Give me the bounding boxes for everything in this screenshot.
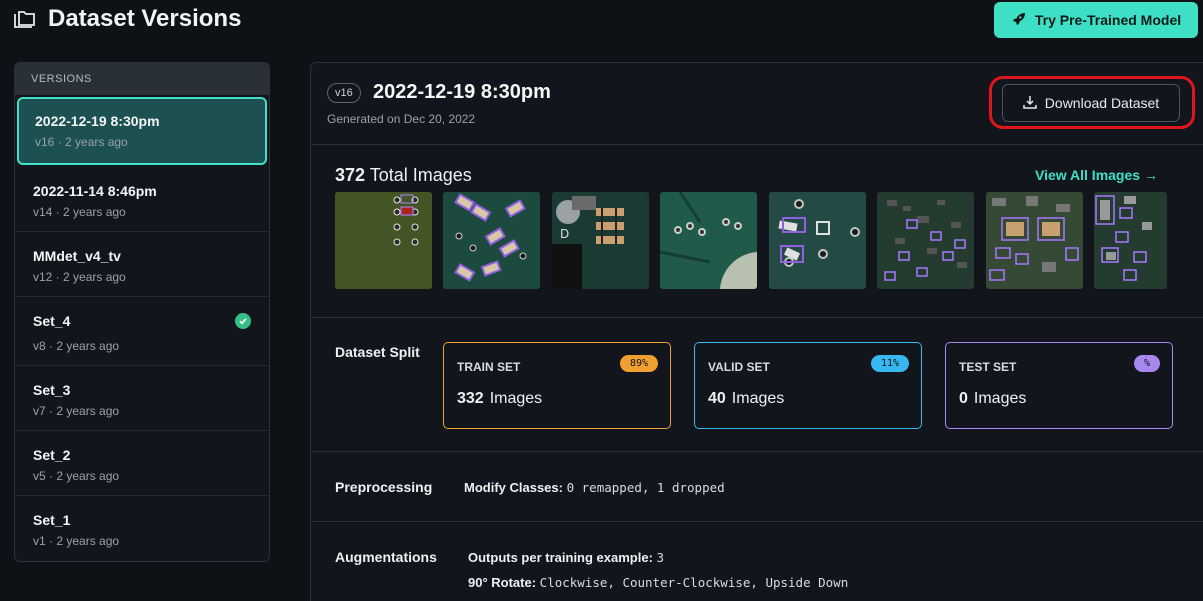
version-meta: v7 · 2 years ago bbox=[33, 404, 120, 418]
test-set-label: TEST SET bbox=[959, 360, 1017, 374]
version-item-v8[interactable]: Set_4 v8 · 2 years ago bbox=[15, 297, 269, 366]
version-name: Set_4 bbox=[33, 313, 71, 329]
total-images-label: Total Images bbox=[369, 165, 472, 185]
version-meta: v5 · 2 years ago bbox=[33, 469, 120, 483]
outputs-per-example-value: 3 bbox=[656, 550, 665, 565]
version-item-v5[interactable]: Set_2 v5 · 2 years ago bbox=[15, 431, 269, 496]
download-highlight-annotation bbox=[989, 76, 1195, 129]
try-pretrained-model-button[interactable]: Try Pre-Trained Model bbox=[994, 2, 1198, 38]
preprocessing-label: Preprocessing bbox=[335, 479, 433, 495]
version-meta: v1 · 2 years ago bbox=[33, 534, 120, 548]
version-item-v1[interactable]: Set_1 v1 · 2 years ago bbox=[15, 496, 269, 561]
modify-classes-value: 0 remapped, 1 dropped bbox=[566, 480, 725, 495]
test-set-card: TEST SET % 0 Images bbox=[945, 342, 1173, 429]
version-title: 2022-12-19 8:30pm bbox=[373, 81, 551, 103]
train-set-unit: Images bbox=[489, 390, 543, 407]
view-all-images-link[interactable]: View All Images → bbox=[1035, 167, 1158, 183]
total-images-count: 372 bbox=[335, 165, 366, 185]
train-set-card: TRAIN SET 89% 332 Images bbox=[443, 342, 671, 429]
train-set-count: 332 bbox=[457, 390, 484, 407]
image-thumbnail[interactable] bbox=[335, 192, 432, 289]
rotate-row: 90° Rotate: Clockwise, Counter-Clockwise… bbox=[468, 575, 848, 590]
version-name: 2022-12-19 8:30pm bbox=[35, 113, 160, 129]
version-item-v7[interactable]: Set_3 v7 · 2 years ago bbox=[15, 366, 269, 431]
page-title: Dataset Versions bbox=[48, 5, 242, 32]
rocket-icon bbox=[1011, 11, 1027, 30]
version-meta: v14 · 2 years ago bbox=[33, 205, 126, 219]
folders-icon bbox=[14, 10, 36, 30]
preprocessing-section: Preprocessing Modify Classes: 0 remapped… bbox=[311, 452, 1203, 522]
version-item-v12[interactable]: MMdet_v4_tv v12 · 2 years ago bbox=[15, 232, 269, 297]
image-thumbnail[interactable] bbox=[1094, 192, 1167, 289]
version-name: 2022-11-14 8:46pm bbox=[33, 183, 157, 199]
version-name: MMdet_v4_tv bbox=[33, 248, 121, 264]
version-name: Set_2 bbox=[33, 447, 71, 463]
test-set-percent: % bbox=[1133, 355, 1160, 372]
rotate-key: 90° Rotate: bbox=[468, 575, 537, 590]
version-header: v16 2022-12-19 8:30pm Generated on Dec 2… bbox=[311, 63, 1203, 145]
version-name: Set_1 bbox=[33, 512, 71, 528]
train-set-percent: 89% bbox=[619, 355, 658, 372]
version-meta: v8 · 2 years ago bbox=[33, 339, 120, 353]
version-meta: v12 · 2 years ago bbox=[33, 270, 126, 284]
dataset-split-label: Dataset Split bbox=[335, 344, 420, 360]
try-pretrained-model-label: Try Pre-Trained Model bbox=[1034, 12, 1182, 28]
version-item-v16[interactable]: 2022-12-19 8:30pm v16 · 2 years ago bbox=[17, 97, 267, 165]
augmentations-label: Augmentations bbox=[335, 549, 437, 565]
valid-set-unit: Images bbox=[731, 390, 785, 407]
version-name: Set_3 bbox=[33, 382, 71, 398]
version-detail-panel: v16 2022-12-19 8:30pm Generated on Dec 2… bbox=[310, 62, 1203, 601]
image-thumbnail[interactable] bbox=[986, 192, 1083, 289]
image-thumbnail[interactable] bbox=[769, 192, 866, 289]
valid-set-percent: 11% bbox=[870, 355, 909, 372]
dataset-split-section: Dataset Split TRAIN SET 89% 332 Images VA… bbox=[311, 318, 1203, 452]
total-images: 372 Total Images bbox=[335, 165, 472, 186]
rotate-value: Clockwise, Counter-Clockwise, Upside Dow… bbox=[539, 575, 849, 590]
versions-sidebar: VERSIONS 2022-12-19 8:30pm v16 · 2 years… bbox=[14, 62, 270, 562]
image-thumbnail[interactable] bbox=[877, 192, 974, 289]
image-thumbnail[interactable] bbox=[660, 192, 757, 289]
images-section: 372 Total Images View All Images → D bbox=[311, 145, 1203, 318]
versions-header: VERSIONS bbox=[15, 63, 269, 95]
image-thumbnail[interactable]: D bbox=[552, 192, 649, 289]
modify-classes-key: Modify Classes: bbox=[464, 480, 563, 495]
image-thumbnail[interactable] bbox=[443, 192, 540, 289]
check-circle-icon bbox=[235, 313, 251, 329]
version-item-v14[interactable]: 2022-11-14 8:46pm v14 · 2 years ago bbox=[15, 167, 269, 232]
valid-set-card: VALID SET 11% 40 Images bbox=[694, 342, 922, 429]
test-set-count: 0 bbox=[959, 390, 968, 407]
version-badge: v16 bbox=[327, 83, 361, 103]
augmentations-section: Augmentations Outputs per training examp… bbox=[311, 522, 1203, 601]
outputs-per-example-key: Outputs per training example: bbox=[468, 550, 653, 565]
outputs-per-example-row: Outputs per training example: 3 bbox=[468, 550, 664, 565]
test-set-unit: Images bbox=[973, 390, 1027, 407]
generated-date: Generated on Dec 20, 2022 bbox=[327, 112, 476, 126]
version-meta: v16 · 2 years ago bbox=[35, 135, 128, 149]
svg-text:D: D bbox=[560, 227, 569, 241]
valid-set-count: 40 bbox=[708, 390, 726, 407]
modify-classes-row: Modify Classes: 0 remapped, 1 dropped bbox=[464, 480, 725, 495]
